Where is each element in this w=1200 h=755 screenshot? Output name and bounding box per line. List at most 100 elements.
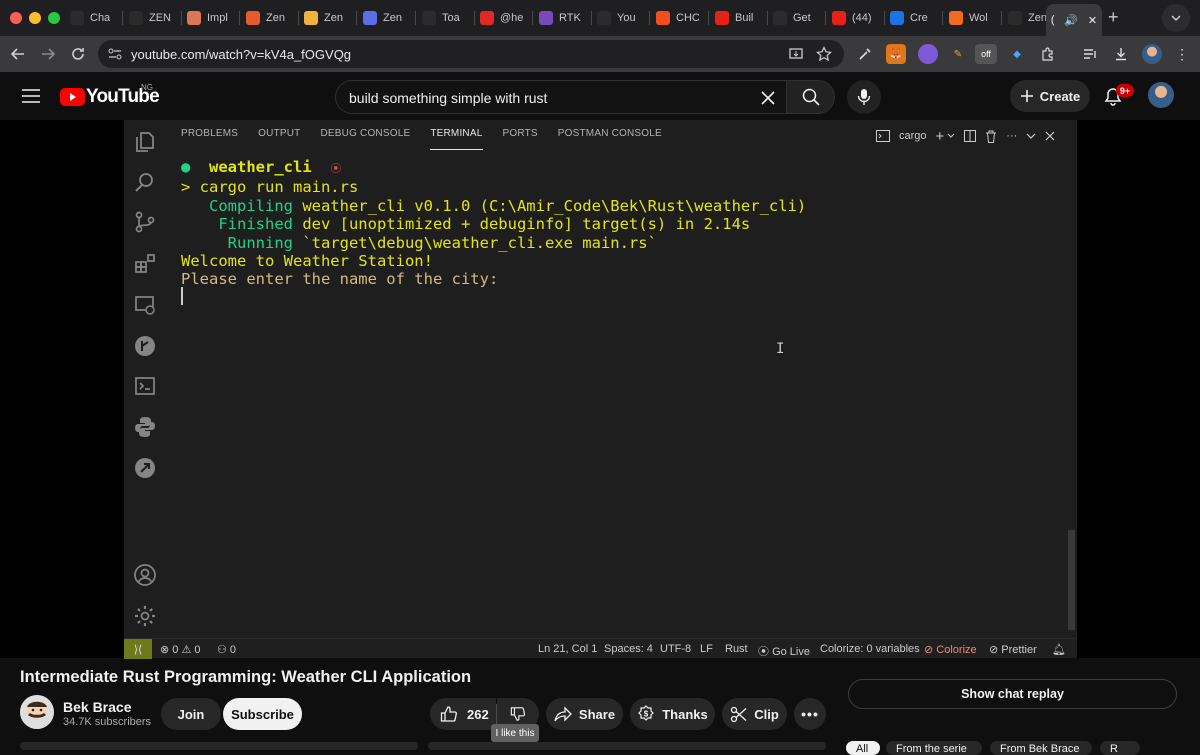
chip-related[interactable]: R	[1100, 741, 1140, 755]
browser-tab[interactable]: (44)	[832, 6, 881, 30]
github-icon	[1008, 11, 1022, 25]
hamburger-menu-icon[interactable]	[22, 89, 40, 103]
notifications-bell-icon: 🔔︎	[1052, 644, 1066, 656]
speaker-icon[interactable]: 🔊	[1064, 14, 1078, 27]
ports-status: ⚇ 0	[217, 644, 237, 656]
extensions-puzzle-icon[interactable]	[1037, 44, 1057, 64]
warning-count: 0	[194, 644, 201, 656]
terminal-shell-icon	[876, 130, 890, 142]
active-tab[interactable]: ( 🔊 ✕	[1046, 4, 1102, 36]
new-tab-button[interactable]: +	[1108, 7, 1119, 28]
tab-separator	[239, 11, 240, 25]
chip-all[interactable]: All	[846, 741, 880, 755]
like-button[interactable]: 262	[430, 698, 496, 730]
git-status-icon: ⦿	[330, 162, 342, 175]
close-tab-icon[interactable]: ✕	[1088, 14, 1097, 27]
browser-tab[interactable]: Zen	[246, 6, 295, 30]
browser-tab[interactable]: Buil	[715, 6, 764, 30]
chip-from-series[interactable]: From the serie	[886, 741, 982, 755]
new-terminal-icon: +	[935, 127, 945, 145]
show-chat-replay-button[interactable]: Show chat replay	[848, 679, 1177, 709]
tab-label: Cha	[90, 12, 111, 24]
browser-tab[interactable]: Cre	[890, 6, 939, 30]
vscode-activity-bar	[124, 120, 166, 638]
browser-tab[interactable]: CHC	[656, 6, 705, 30]
panel-actions: cargo + ···	[876, 126, 1055, 146]
forward-button[interactable]	[38, 44, 58, 64]
profile-avatar-icon[interactable]	[1142, 44, 1162, 64]
blob-extension-icon[interactable]	[918, 44, 938, 64]
notification-count-badge: 9+	[1116, 84, 1134, 97]
youtube-icon	[715, 11, 729, 25]
maximize-window-button[interactable]	[48, 12, 60, 24]
create-button[interactable]: Create	[1010, 80, 1090, 112]
browser-tab[interactable]: RTK	[539, 6, 588, 30]
go-live-status: ⦿ Go Live	[758, 643, 810, 659]
channel-avatar-image	[20, 695, 54, 729]
clip-label: Clip	[754, 706, 779, 722]
reload-icon	[72, 48, 84, 60]
reload-button[interactable]	[68, 44, 88, 64]
bookmark-star-icon[interactable]	[816, 46, 832, 62]
subscribe-button[interactable]: Subscribe	[223, 698, 302, 730]
browser-tab[interactable]: Get	[773, 6, 822, 30]
site-settings-icon[interactable]	[108, 48, 122, 60]
channel-name[interactable]: Bek Brace	[63, 699, 132, 715]
channel-avatar[interactable]	[20, 695, 54, 729]
gem-extension-icon[interactable]: ◆	[1007, 44, 1027, 64]
chatgpt-icon	[70, 11, 84, 25]
tab-separator	[122, 11, 123, 25]
browser-tab[interactable]: Wol	[949, 6, 998, 30]
panel-tabs: PROBLEMS OUTPUT DEBUG CONSOLE TERMINAL P…	[181, 128, 662, 150]
eyedropper-extension-icon[interactable]	[855, 44, 875, 64]
program-output-prompt: Please enter the name of the city:	[181, 270, 499, 289]
tab-ports: PORTS	[502, 128, 538, 139]
video-title: Intermediate Rust Programming: Weather C…	[20, 668, 472, 686]
pen-extension-icon[interactable]: ✎	[948, 44, 968, 64]
tab-search-button[interactable]	[1162, 4, 1190, 32]
media-controls-icon[interactable]	[1080, 44, 1100, 64]
account-avatar[interactable]	[1148, 82, 1174, 108]
install-app-icon[interactable]	[788, 46, 804, 62]
youtube-logo-icon[interactable]	[60, 88, 85, 106]
search-query-text[interactable]: build something simple with rust	[349, 90, 547, 106]
clear-search-icon[interactable]	[760, 90, 776, 106]
chevron-down-icon	[1026, 133, 1036, 139]
more-menu-icon[interactable]: ⋮	[1172, 44, 1192, 64]
browser-tab[interactable]: Zen	[304, 6, 353, 30]
clip-button[interactable]: Clip	[722, 698, 787, 730]
search-input[interactable]: build something simple with rust	[335, 80, 787, 114]
browser-tab[interactable]: Cha	[70, 6, 119, 30]
country-code: NG	[141, 83, 153, 92]
indentation: Spaces: 4	[604, 643, 653, 655]
share-button[interactable]: Share	[546, 698, 623, 730]
join-button[interactable]: Join	[161, 698, 221, 730]
browser-tab[interactable]: ZEN	[129, 6, 178, 30]
off-extension-label: off	[981, 49, 991, 59]
tab-separator	[884, 11, 885, 25]
search-button[interactable]	[787, 80, 835, 114]
minimize-window-button[interactable]	[29, 12, 41, 24]
voice-search-button[interactable]	[847, 80, 881, 114]
tab-separator	[532, 11, 533, 25]
browser-tab[interactable]: Toa	[422, 6, 471, 30]
url-text[interactable]: youtube.com/watch?v=kV4a_fOGVQg	[131, 47, 351, 62]
more-horizontal-icon: •••	[801, 706, 819, 722]
tab-separator	[474, 11, 475, 25]
close-window-button[interactable]	[10, 12, 22, 24]
more-actions-button[interactable]: •••	[794, 698, 826, 730]
address-bar[interactable]: youtube.com/watch?v=kV4a_fOGVQg	[98, 40, 844, 68]
arrow-left-icon	[10, 48, 24, 60]
browser-tab[interactable]: Impl	[187, 6, 236, 30]
browser-tab[interactable]: Zen	[363, 6, 412, 30]
chip-from-channel[interactable]: From Bek Brace	[990, 741, 1092, 755]
react-icon	[773, 11, 787, 25]
browser-tab[interactable]: You	[597, 6, 646, 30]
back-button[interactable]	[8, 44, 28, 64]
metamask-extension-icon[interactable]: 🦊	[886, 44, 906, 64]
off-extension-icon[interactable]: off	[975, 44, 997, 64]
thanks-button[interactable]: $ Thanks	[630, 698, 715, 730]
tab-label: You	[617, 12, 636, 24]
browser-tab[interactable]: @he	[480, 6, 529, 30]
download-icon[interactable]	[1111, 44, 1131, 64]
